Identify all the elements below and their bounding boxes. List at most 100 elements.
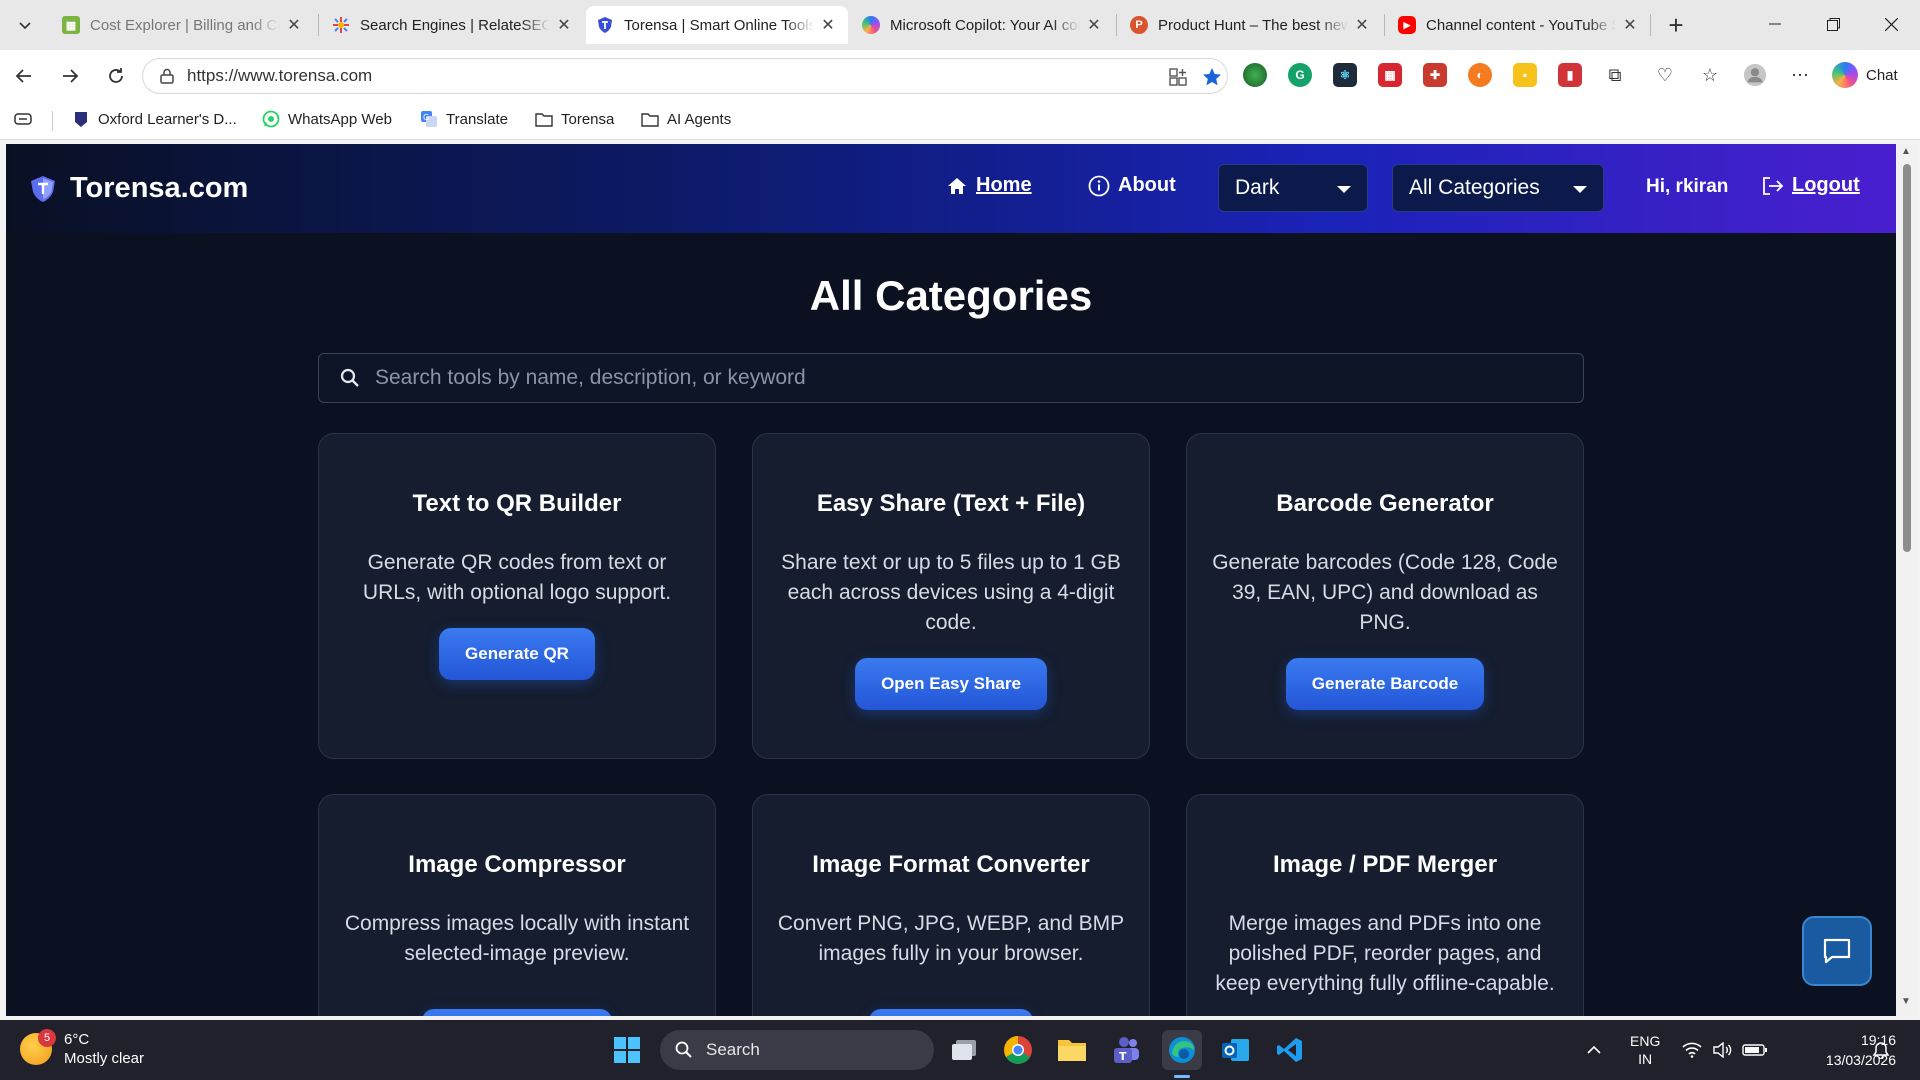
browser-essentials-icon[interactable]: ♡ bbox=[1653, 63, 1677, 87]
tab-cost-explorer[interactable]: ▦ Cost Explorer | Billing and Cost ✕ bbox=[52, 6, 314, 44]
folder-icon bbox=[535, 110, 553, 128]
star-favorite-icon[interactable] bbox=[1201, 66, 1223, 88]
app-available-icon[interactable] bbox=[1167, 66, 1189, 88]
translate-icon: G bbox=[420, 110, 438, 128]
profile-avatar[interactable] bbox=[1743, 63, 1767, 87]
show-hidden-icons[interactable] bbox=[1586, 1020, 1602, 1080]
chrome-app[interactable] bbox=[998, 1030, 1038, 1070]
open-easy-share-button[interactable]: Open Easy Share bbox=[855, 658, 1047, 710]
nav-logout[interactable]: Logout bbox=[1762, 174, 1860, 197]
refresh-button[interactable] bbox=[100, 60, 132, 92]
browser-toolbar: https://www.torensa.com G ⚛ ▦ ✚ ◐ ▪ ▮ ⧉ … bbox=[0, 50, 1920, 100]
close-tab-icon[interactable]: ✕ bbox=[1352, 15, 1372, 35]
bookmark-label: AI Agents bbox=[667, 110, 732, 128]
nav-home[interactable]: Home bbox=[946, 174, 1032, 197]
extension-yellow-icon[interactable]: ▪ bbox=[1513, 63, 1537, 87]
restore-button[interactable] bbox=[1804, 0, 1862, 48]
bookmark-folder-torensa[interactable]: Torensa bbox=[535, 110, 614, 128]
battery-icon[interactable] bbox=[1742, 1020, 1768, 1080]
tab-relateseo[interactable]: Search Engines | RelateSEO ✕ bbox=[322, 6, 584, 44]
bookmark-whatsapp[interactable]: WhatsApp Web bbox=[262, 110, 392, 128]
favorites-icon[interactable]: ☆ bbox=[1698, 63, 1722, 87]
lock-icon[interactable] bbox=[157, 66, 177, 86]
close-tab-icon[interactable]: ✕ bbox=[284, 15, 304, 35]
globe-extension-icon[interactable] bbox=[1243, 63, 1267, 87]
start-button[interactable] bbox=[607, 1030, 647, 1070]
vscode-app[interactable] bbox=[1270, 1030, 1310, 1070]
weather-widget[interactable]: 5 6°C Mostly clear bbox=[20, 1029, 144, 1068]
notifications-icon[interactable] bbox=[1872, 1020, 1890, 1080]
collections-button[interactable] bbox=[14, 110, 40, 128]
close-tab-icon[interactable]: ✕ bbox=[1620, 15, 1640, 35]
scrollbar-thumb[interactable] bbox=[1903, 164, 1911, 552]
task-view-icon bbox=[952, 1040, 976, 1060]
nav-about[interactable]: About bbox=[1088, 174, 1176, 197]
generate-qr-button[interactable]: Generate QR bbox=[439, 628, 595, 680]
site-logo[interactable]: Torensa.com bbox=[30, 172, 248, 205]
convert-image-button[interactable] bbox=[869, 1009, 1033, 1016]
forward-button[interactable] bbox=[54, 60, 86, 92]
extension-badge-icon[interactable]: ✚ bbox=[1423, 63, 1447, 87]
bookmark-translate[interactable]: G Translate bbox=[420, 110, 508, 128]
card-description: Compress images locally with instant sel… bbox=[344, 912, 690, 965]
tab-copilot[interactable]: Microsoft Copilot: Your AI com ✕ bbox=[852, 6, 1114, 44]
new-tab-button[interactable]: + bbox=[1660, 9, 1692, 41]
copilot-icon bbox=[862, 16, 880, 34]
vscode-icon bbox=[1277, 1038, 1302, 1062]
collections-icon bbox=[14, 110, 32, 128]
minimize-button[interactable] bbox=[1746, 0, 1804, 48]
outlook-app[interactable] bbox=[1216, 1030, 1256, 1070]
compress-image-button[interactable] bbox=[422, 1009, 612, 1016]
search-input[interactable] bbox=[375, 366, 1555, 390]
category-select[interactable]: All Categories bbox=[1392, 164, 1604, 212]
grammarly-icon[interactable]: G bbox=[1288, 63, 1312, 87]
close-window-button[interactable] bbox=[1862, 0, 1920, 48]
url-text[interactable]: https://www.torensa.com bbox=[187, 66, 372, 86]
task-view-button[interactable] bbox=[944, 1030, 984, 1070]
arrow-left-icon bbox=[15, 69, 31, 83]
tab-torensa[interactable]: Torensa | Smart Online Tools for ✕ bbox=[586, 6, 848, 44]
bookmark-label: WhatsApp Web bbox=[288, 110, 392, 128]
language-indicator[interactable]: ENG IN bbox=[1630, 1020, 1660, 1080]
theme-select[interactable]: Dark bbox=[1218, 164, 1368, 212]
back-button[interactable] bbox=[8, 60, 40, 92]
extensions-puzzle-icon[interactable]: ⧉ bbox=[1603, 63, 1627, 87]
shield-logo-icon bbox=[31, 175, 55, 202]
generate-barcode-button[interactable]: Generate Barcode bbox=[1285, 658, 1485, 710]
tool-search[interactable] bbox=[318, 353, 1584, 403]
close-tab-icon[interactable]: ✕ bbox=[818, 15, 838, 35]
tab-list-button[interactable] bbox=[8, 9, 42, 41]
extension-book-icon[interactable]: ▮ bbox=[1558, 63, 1582, 87]
tab-youtube-studio[interactable]: ▶ Channel content - YouTube Stu ✕ bbox=[1388, 6, 1650, 44]
taskbar-search[interactable]: Search bbox=[660, 1030, 934, 1070]
page-scrollbar[interactable]: ▲ ▼ bbox=[1896, 144, 1918, 1016]
edge-app[interactable] bbox=[1162, 1030, 1202, 1070]
page-viewport: Torensa.com Home About Dark All Categori… bbox=[6, 144, 1896, 1016]
tab-producthunt[interactable]: P Product Hunt – The best new p ✕ bbox=[1120, 6, 1382, 44]
extension-orange-icon[interactable]: ◐ bbox=[1468, 63, 1492, 87]
teams-app[interactable]: T bbox=[1106, 1030, 1146, 1070]
more-options-icon[interactable]: ⋯ bbox=[1788, 63, 1812, 87]
scroll-down-icon[interactable]: ▼ bbox=[1901, 996, 1911, 1007]
card-description: Convert PNG, JPG, WEBP, and BMP images f… bbox=[777, 912, 1125, 965]
logout-icon bbox=[1762, 175, 1784, 197]
address-bar[interactable]: https://www.torensa.com bbox=[142, 58, 1228, 94]
extension-red-icon[interactable]: ▦ bbox=[1378, 63, 1402, 87]
plus-icon: + bbox=[1668, 9, 1684, 40]
chat-support-button[interactable] bbox=[1802, 916, 1872, 986]
card-title: Text to QR Builder bbox=[412, 490, 622, 517]
close-tab-icon[interactable]: ✕ bbox=[554, 15, 574, 35]
bookmark-oxford[interactable]: Oxford Learner's D... bbox=[72, 110, 237, 128]
card-title: Barcode Generator bbox=[1276, 490, 1494, 517]
caret-down-icon bbox=[1573, 186, 1587, 193]
tab-strip: ▦ Cost Explorer | Billing and Cost ✕ Sea… bbox=[0, 0, 1920, 50]
file-explorer-app[interactable] bbox=[1052, 1030, 1092, 1070]
volume-icon[interactable] bbox=[1712, 1020, 1732, 1080]
scroll-up-icon[interactable]: ▲ bbox=[1901, 146, 1911, 157]
react-devtools-icon[interactable]: ⚛ bbox=[1333, 63, 1357, 87]
close-tab-icon[interactable]: ✕ bbox=[1084, 15, 1104, 35]
tab-title: Cost Explorer | Billing and Cost bbox=[90, 16, 280, 34]
bookmark-folder-ai-agents[interactable]: AI Agents bbox=[641, 110, 731, 128]
copilot-chat-button[interactable]: Chat bbox=[1832, 59, 1914, 91]
wifi-icon[interactable] bbox=[1682, 1020, 1702, 1080]
